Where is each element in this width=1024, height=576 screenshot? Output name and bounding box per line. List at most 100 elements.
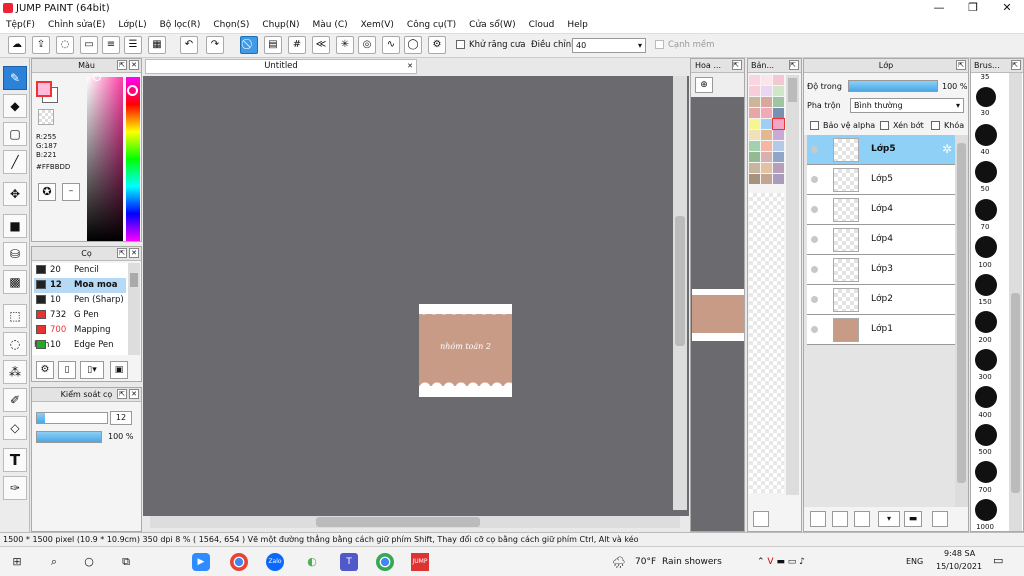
- new-palette-icon[interactable]: [753, 511, 769, 527]
- panel-pin-icon[interactable]: ⇱: [789, 60, 799, 70]
- visibility-icon[interactable]: [811, 176, 818, 183]
- soft-edge-checkbox[interactable]: [655, 40, 664, 50]
- blur-tool-icon[interactable]: ╱: [3, 150, 27, 174]
- tab-close-icon[interactable]: ✕: [407, 60, 413, 73]
- layer-row[interactable]: Lớp5: [807, 165, 955, 195]
- comment-icon[interactable]: ◌: [56, 36, 74, 54]
- snap-settings-icon[interactable]: ⚙: [428, 36, 446, 54]
- visibility-icon[interactable]: [811, 326, 818, 333]
- panel-pin-icon[interactable]: ⇱: [117, 248, 127, 258]
- hue-slider[interactable]: [126, 77, 140, 241]
- panel-close-icon[interactable]: ✕: [129, 389, 139, 399]
- cloud-sync-icon[interactable]: ☁: [8, 36, 26, 54]
- menu-capture[interactable]: Chụp(N): [262, 20, 299, 30]
- layer-menu-icon[interactable]: ▾: [878, 511, 900, 527]
- brush-opacity-slider[interactable]: [36, 431, 102, 443]
- layer-row[interactable]: Lớp2: [807, 285, 955, 315]
- clock-date[interactable]: 15/10/2021: [936, 562, 982, 571]
- menu-edit[interactable]: Chỉnh sửa(E): [48, 20, 105, 30]
- layer-opacity-slider[interactable]: [848, 80, 938, 92]
- layer-copy-icon[interactable]: [932, 511, 948, 527]
- menu-filter[interactable]: Bộ lọc(R): [160, 20, 201, 30]
- brush-settings-icon[interactable]: ⚙: [36, 361, 54, 379]
- new-layer-icon[interactable]: [810, 511, 826, 527]
- delete-brush-icon[interactable]: ▣: [110, 361, 128, 379]
- menu-tools[interactable]: Công cụ(T): [407, 20, 456, 30]
- restore-button[interactable]: ❐: [956, 0, 990, 17]
- pen-tool-icon[interactable]: ✎: [3, 66, 27, 90]
- select-eraser-tool-icon[interactable]: ◇: [3, 416, 27, 440]
- layer-row[interactable]: Lớp4: [807, 225, 955, 255]
- select-pen-tool-icon[interactable]: ✐: [3, 388, 27, 412]
- zoom-app-icon[interactable]: ▶: [192, 553, 210, 571]
- brush-item[interactable]: 10 Pen (Sharp): [34, 293, 126, 308]
- bucket-tool-icon[interactable]: ⛁: [3, 242, 27, 266]
- layer-row[interactable]: Lớp4: [807, 195, 955, 225]
- brush-size-input[interactable]: 12: [110, 411, 132, 425]
- menu-cloud[interactable]: Cloud: [529, 20, 555, 30]
- panel-pin-icon[interactable]: ⇱: [956, 60, 966, 70]
- curve-snap-icon[interactable]: ∿: [382, 36, 400, 54]
- windows-start-icon[interactable]: ⊞: [8, 553, 26, 571]
- canvas-vscroll[interactable]: [673, 76, 687, 510]
- eyedropper-tool-icon[interactable]: ✑: [3, 476, 27, 500]
- new-brush-icon[interactable]: ▯: [58, 361, 76, 379]
- visibility-icon[interactable]: [811, 296, 818, 303]
- brush-item-selected[interactable]: 12 Moa moa: [34, 278, 126, 293]
- search-icon[interactable]: ⌕: [45, 553, 63, 571]
- brush-size-list[interactable]: 35 30 40 50 70 100 150 200 300 400 500 7…: [971, 73, 1003, 531]
- undo-icon[interactable]: ↶: [180, 36, 198, 54]
- layer-settings-icon[interactable]: ✲: [942, 142, 952, 156]
- lock-checkbox[interactable]: [931, 121, 940, 131]
- text-tool-icon[interactable]: T: [3, 448, 27, 472]
- shape-snap-icon[interactable]: ◯: [404, 36, 422, 54]
- vanish-snap-icon[interactable]: ≪: [312, 36, 330, 54]
- eraser-tool-icon[interactable]: ◆: [3, 94, 27, 118]
- move-tool-icon[interactable]: ✥: [3, 182, 27, 206]
- panel-pin-icon[interactable]: ⇱: [1011, 60, 1021, 70]
- tray-icons[interactable]: ⌃ V ▬ ▭ ♪: [757, 557, 805, 567]
- canvas-hscroll[interactable]: [150, 516, 680, 528]
- select-tool-icon[interactable]: ⬚: [3, 304, 27, 328]
- redo-icon[interactable]: ↷: [206, 36, 224, 54]
- chrome-icon[interactable]: [230, 553, 248, 571]
- menu-color[interactable]: Màu (C): [313, 20, 348, 30]
- canvas-area[interactable]: nhóm toán 2: [143, 76, 689, 516]
- clip-checkbox[interactable]: [880, 121, 889, 131]
- panel-close-icon[interactable]: ✕: [129, 60, 139, 70]
- cortana-icon[interactable]: ○: [80, 553, 98, 571]
- menu-select[interactable]: Chọn(S): [213, 20, 249, 30]
- protect-alpha-checkbox[interactable]: [810, 121, 819, 131]
- menu-file[interactable]: Tệp(F): [6, 20, 35, 30]
- panel-pin-icon[interactable]: ⇱: [732, 60, 742, 70]
- visibility-icon[interactable]: [811, 146, 818, 153]
- chrome-icon[interactable]: [376, 553, 394, 571]
- blend-mode-select[interactable]: Bình thường ▾: [850, 98, 964, 113]
- brush-item[interactable]: 20 Pencil: [34, 263, 126, 278]
- rectangle-tool-icon[interactable]: ▢: [3, 122, 27, 146]
- brush-size-scrollbar[interactable]: [1009, 73, 1022, 531]
- clipchamp-icon[interactable]: ◐: [303, 553, 321, 571]
- parallel-snap-icon[interactable]: ▤: [264, 36, 282, 54]
- duplicate-layer-icon[interactable]: [832, 511, 848, 527]
- zoom-icon[interactable]: ⊕: [695, 77, 713, 93]
- menu-window[interactable]: Cửa sổ(W): [469, 20, 515, 30]
- list-icon[interactable]: ☰: [124, 36, 142, 54]
- menu-layer[interactable]: Lớp(L): [118, 20, 146, 30]
- layer-row[interactable]: Lớp3: [807, 255, 955, 285]
- clock-time[interactable]: 9:48 SA: [944, 549, 975, 558]
- color-palette-grid[interactable]: [749, 75, 785, 193]
- task-view-icon[interactable]: ⧉: [117, 553, 135, 571]
- visibility-icon[interactable]: [811, 236, 818, 243]
- notification-icon[interactable]: ▭: [993, 554, 1003, 567]
- visibility-icon[interactable]: [811, 206, 818, 213]
- fill-rect-tool-icon[interactable]: ■: [3, 214, 27, 238]
- panel-pin-icon[interactable]: ⇱: [117, 60, 127, 70]
- message-icon[interactable]: ▭: [80, 36, 98, 54]
- zalo-icon[interactable]: Zalo: [266, 553, 284, 571]
- no-snap-icon[interactable]: ⃠: [240, 36, 258, 54]
- canvas-artwork[interactable]: nhóm toán 2: [419, 304, 512, 397]
- cross-snap-icon[interactable]: #: [288, 36, 306, 54]
- antialias-checkbox[interactable]: [456, 40, 465, 50]
- magic-wand-tool-icon[interactable]: ⁂: [3, 360, 27, 384]
